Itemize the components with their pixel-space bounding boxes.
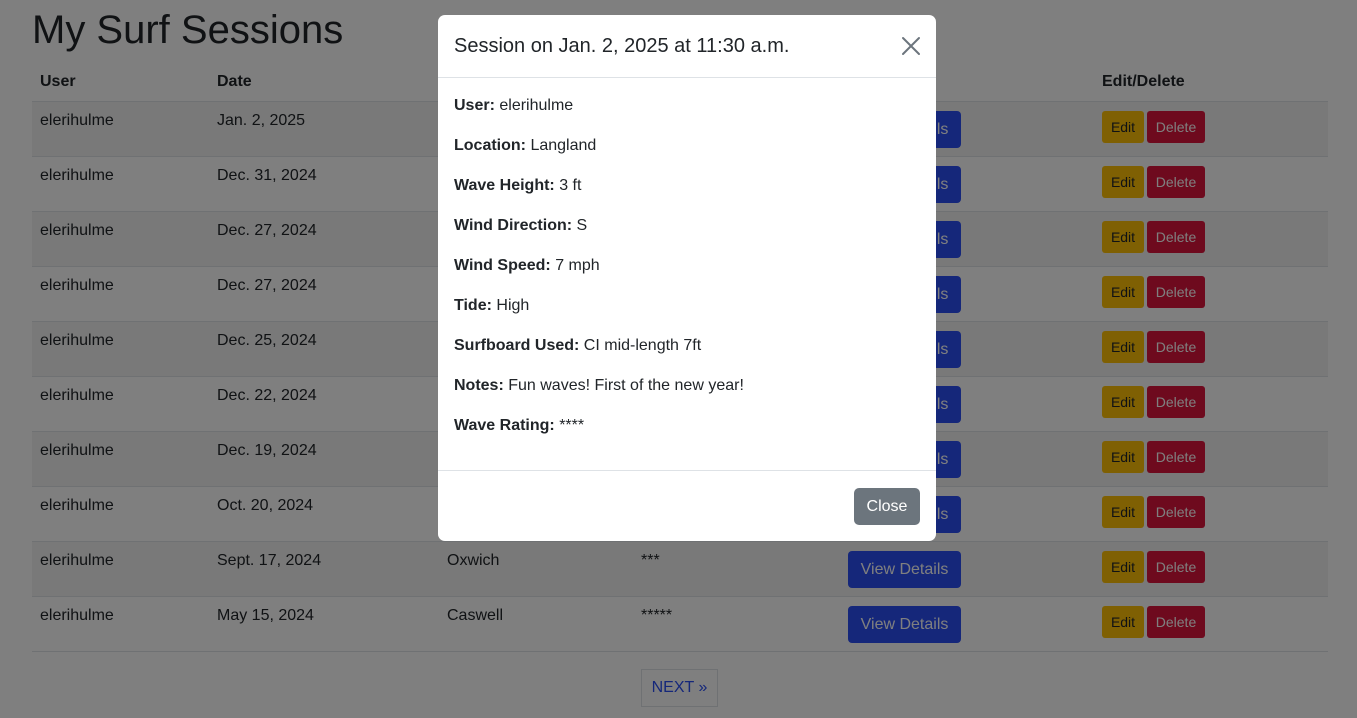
field-label: Wind Speed: <box>454 257 551 274</box>
modal-title: Session on Jan. 2, 2025 at 11:30 a.m. <box>454 35 790 57</box>
close-button[interactable]: Close <box>854 488 920 525</box>
modal-field: User: elerihulme <box>454 96 920 115</box>
modal-field: Wave Height: 3 ft <box>454 176 920 195</box>
field-label: Wind Direction: <box>454 217 573 234</box>
field-value: Fun waves! First of the new year! <box>508 377 744 394</box>
field-value: High <box>496 297 530 314</box>
modal-field: Tide: High <box>454 296 920 315</box>
field-label: Wave Rating: <box>454 417 555 434</box>
field-value: elerihulme <box>499 97 574 114</box>
field-value: **** <box>559 417 585 434</box>
modal-field: Wind Direction: S <box>454 216 920 235</box>
modal-field: Location: Langland <box>454 136 920 155</box>
modal-field: Wave Rating: **** <box>454 416 920 435</box>
field-label: Wave Height: <box>454 177 555 194</box>
field-value: 3 ft <box>559 177 582 194</box>
session-details-modal: Session on Jan. 2, 2025 at 11:30 a.m. Us… <box>438 15 936 541</box>
field-label: Tide: <box>454 297 492 314</box>
field-label: Surfboard Used: <box>454 337 580 354</box>
field-label: Notes: <box>454 377 504 394</box>
modal-body: User: elerihulme Location: Langland Wave H… <box>438 78 936 471</box>
modal-footer: Close <box>438 471 936 541</box>
field-label: User: <box>454 97 495 114</box>
modal-header: Session on Jan. 2, 2025 at 11:30 a.m. <box>438 15 936 78</box>
modal-field: Wind Speed: 7 mph <box>454 256 920 275</box>
modal-field: Surfboard Used: CI mid-length 7ft <box>454 336 920 355</box>
field-value: CI mid-length 7ft <box>583 337 702 354</box>
field-value: Langland <box>530 137 597 154</box>
close-x-icon[interactable] <box>900 35 922 57</box>
field-value: S <box>576 217 588 234</box>
field-label: Location: <box>454 137 526 154</box>
modal-field: Notes: Fun waves! First of the new year! <box>454 376 920 395</box>
field-value: 7 mph <box>555 257 600 274</box>
